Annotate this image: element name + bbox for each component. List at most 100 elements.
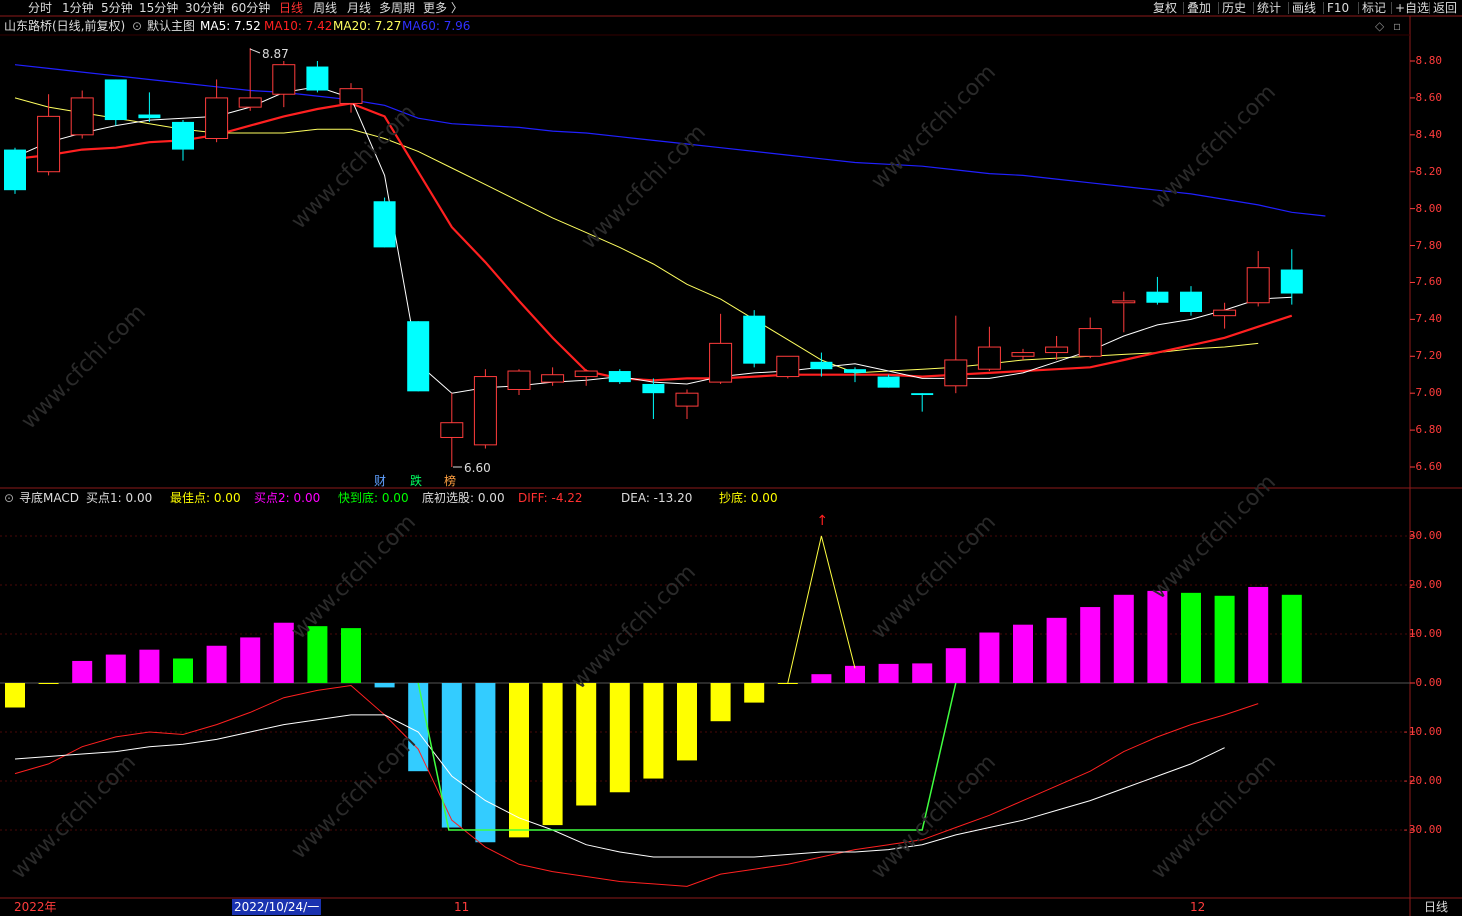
macd-bar: [1147, 590, 1168, 683]
indicator-axis-label: 10.00: [1408, 627, 1442, 640]
settings-icon[interactable]: ▫: [1393, 17, 1401, 35]
candle-body: [608, 371, 631, 383]
watermark: www.cfchi.com: [567, 560, 701, 694]
price-axis-label: 8.40: [1415, 127, 1443, 141]
candle-body: [776, 355, 800, 378]
candle-body: [37, 115, 61, 173]
macd-bar: [105, 654, 126, 683]
watermark: www.cfchi.com: [17, 300, 151, 434]
macd-bar: [1181, 592, 1201, 683]
indicator-axis-label: 20.00: [1408, 578, 1442, 591]
candle-body: [1112, 300, 1136, 304]
buy-arrow-icon: ↑: [816, 513, 828, 529]
watermark: www.cfchi.com: [867, 750, 1001, 884]
indicator-field-7: 抄底: 0.00: [719, 491, 778, 505]
macd-bar: [710, 683, 731, 722]
watermark: www.cfchi.com: [287, 510, 421, 644]
ma60-line: [14, 64, 1326, 217]
candle-body: [709, 342, 733, 383]
ma60-value: MA60: 7.96: [402, 19, 471, 33]
macd-bar: [475, 683, 496, 843]
watermark: www.cfchi.com: [577, 120, 711, 254]
macd-bar: [979, 632, 1000, 683]
candle-body: [844, 369, 866, 373]
candle-body: [1146, 291, 1169, 303]
macd-bar: [945, 648, 966, 683]
indicator-axis-label: -20.00: [1402, 774, 1442, 787]
macd-bar: [1080, 607, 1101, 683]
indicator-field-0: 买点1: 0.00: [86, 491, 153, 505]
price-axis-label: 6.60: [1415, 460, 1443, 473]
candle-body: [541, 374, 565, 383]
candle-body: [507, 370, 531, 390]
macd-bar: [677, 683, 697, 761]
price-axis-label: 6.80: [1415, 423, 1443, 437]
template-dropdown-icon[interactable]: ⊙: [132, 17, 142, 35]
macd-bar: [139, 649, 160, 683]
macd-bar: [408, 683, 429, 772]
date-month-dec: 12: [1190, 900, 1206, 914]
macd-bar: [1214, 595, 1235, 683]
candle-body: [1246, 267, 1270, 304]
candle-body: [1213, 309, 1237, 317]
macd-bar: [374, 683, 395, 688]
candle-body: [911, 393, 934, 396]
event-tag-list[interactable]: 榜: [444, 472, 456, 490]
candle-body: [1078, 328, 1102, 357]
indicator-field-4: 底初选股: 0.00: [422, 491, 505, 505]
price-axis-label: 7.40: [1415, 312, 1443, 326]
ma20-value: MA20: 7.27: [333, 19, 402, 33]
macd-bar: [643, 683, 664, 779]
candle-body: [1011, 352, 1035, 357]
macd-bar: [173, 658, 193, 683]
low-price-marker: 6.60: [464, 461, 491, 475]
date-month-nov: 11: [454, 900, 470, 914]
event-tag-finance[interactable]: 财: [374, 472, 386, 490]
indicator-name[interactable]: 寻底MACD: [19, 489, 79, 507]
indicator-field-3: 快到底: 0.00: [338, 491, 409, 505]
buy-signal-spike: [787, 535, 856, 684]
candle-body: [642, 383, 665, 394]
watermark: www.cfchi.com: [867, 60, 1001, 194]
price-axis-label: 8.00: [1415, 201, 1443, 215]
candle-body: [172, 121, 194, 150]
indicator-axis-label: 0.00: [1415, 676, 1443, 689]
macd-bar: [206, 645, 227, 683]
price-axis-label: 7.20: [1415, 349, 1443, 363]
watermark: www.cfchi.com: [287, 730, 421, 864]
indicator-field-5: DIFF: -4.22: [518, 491, 583, 505]
macd-bar: [5, 683, 25, 708]
chart-canvas: ↑ www.cfchi.com www.cfchi.com www.cfchi.com…: [0, 15, 1462, 916]
candle-body: [339, 88, 363, 104]
macd-bar: [1013, 624, 1033, 683]
macd-bar: [777, 683, 798, 684]
template-name[interactable]: 默认主图: [147, 17, 195, 35]
price-axis-label: 8.20: [1415, 164, 1443, 178]
price-axis-label: 7.00: [1415, 386, 1443, 400]
candle-body: [373, 201, 396, 248]
watermark: www.cfchi.com: [287, 100, 421, 234]
candle-body: [407, 321, 430, 392]
watermark: www.cfchi.com: [1147, 750, 1281, 884]
candle-body: [306, 66, 329, 91]
indicator-dropdown-icon[interactable]: ⊙: [4, 489, 14, 507]
candle-body: [205, 97, 229, 140]
watermark: www.cfchi.com: [867, 510, 1001, 644]
ma5-value: MA5: 7.52: [200, 19, 261, 33]
candle-body: [4, 149, 26, 191]
price-axis-label: 8.60: [1415, 90, 1443, 104]
event-tag-drop[interactable]: 跌: [410, 472, 422, 490]
macd-bar: [1248, 586, 1269, 683]
candle-body: [810, 361, 833, 370]
indicator-axis-label: -10.00: [1402, 725, 1442, 738]
candle-body: [272, 64, 296, 95]
macd-bar: [609, 683, 630, 793]
candle-body: [70, 97, 94, 136]
period-label[interactable]: 日线: [1424, 899, 1448, 915]
high-marker-arrow: [249, 48, 261, 54]
candle-body: [877, 376, 900, 388]
diamond-icon[interactable]: ◇: [1375, 17, 1384, 35]
price-axis-label: 7.80: [1415, 238, 1443, 252]
candle-body: [977, 346, 1001, 370]
macd-bar: [72, 660, 93, 683]
